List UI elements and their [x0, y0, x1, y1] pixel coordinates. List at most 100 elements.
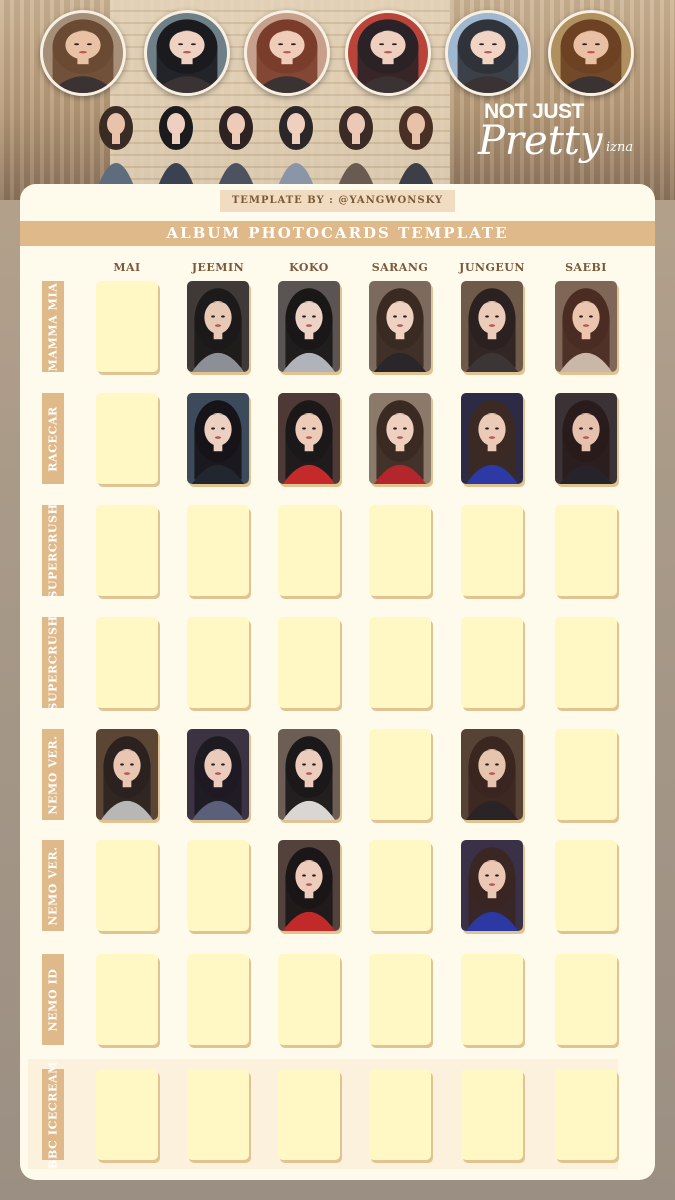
photocard-slot-empty[interactable]	[369, 1069, 431, 1160]
photocard-image-icon	[278, 729, 340, 820]
group-photo-icon	[78, 100, 458, 186]
column-header-member: MAI	[113, 261, 141, 274]
row-label: RACECAR	[42, 393, 64, 484]
photocard-slot-empty[interactable]	[96, 840, 158, 931]
photocard-filled[interactable]	[369, 281, 431, 372]
logo-line-3: izna	[606, 140, 634, 155]
row-label-text: BBC ICECREAM	[46, 1060, 60, 1169]
photocard-image-icon	[187, 729, 249, 820]
photocard-filled[interactable]	[278, 281, 340, 372]
credit-label: TEMPLATE BY : @YANGWONSKY	[220, 190, 455, 212]
template-panel: TEMPLATE BY : @YANGWONSKY ALBUM PHOTOCAR…	[20, 184, 655, 1180]
photocard-filled[interactable]	[461, 393, 523, 484]
member-portrait-icon	[445, 10, 531, 96]
photocard-slot-empty[interactable]	[461, 617, 523, 708]
row-label: NEMO ID	[42, 954, 64, 1045]
photocard-slot-empty[interactable]	[461, 505, 523, 596]
column-header-member: SARANG	[371, 261, 429, 274]
photocard-slot-empty[interactable]	[555, 1069, 617, 1160]
photocard-slot-empty[interactable]	[555, 505, 617, 596]
photocard-slot-empty[interactable]	[278, 954, 340, 1045]
row-label: MAMMA MIA	[42, 281, 64, 372]
row-label-text: NEMO VER.	[46, 734, 60, 815]
photocard-slot-empty[interactable]	[96, 1069, 158, 1160]
photocard-slot-empty[interactable]	[555, 840, 617, 931]
photocard-slot-empty[interactable]	[96, 617, 158, 708]
photocard-slot-empty[interactable]	[96, 393, 158, 484]
row-label: SUPERCRUSH	[42, 614, 64, 711]
photocard-slot-empty[interactable]	[555, 954, 617, 1045]
photocard-filled[interactable]	[278, 393, 340, 484]
photocard-slot-empty[interactable]	[187, 1069, 249, 1160]
photocard-filled[interactable]	[555, 281, 617, 372]
photocard-slot-empty[interactable]	[555, 729, 617, 820]
photocard-filled[interactable]	[96, 729, 158, 820]
photocard-filled[interactable]	[461, 729, 523, 820]
column-header-member: JEEMIN	[191, 261, 245, 274]
member-portrait-icon	[345, 10, 431, 96]
photocard-image-icon	[278, 281, 340, 372]
photocard-filled[interactable]	[278, 729, 340, 820]
photocard-filled[interactable]	[187, 281, 249, 372]
photocard-slot-empty[interactable]	[461, 954, 523, 1045]
photocard-image-icon	[187, 393, 249, 484]
photocard-slot-empty[interactable]	[96, 954, 158, 1045]
member-avatar-row	[40, 10, 640, 100]
photocard-filled[interactable]	[461, 281, 523, 372]
photocard-image-icon	[187, 281, 249, 372]
photocard-filled[interactable]	[278, 840, 340, 931]
photocard-slot-empty[interactable]	[369, 505, 431, 596]
photocard-image-icon	[96, 729, 158, 820]
photocard-slot-empty[interactable]	[278, 1069, 340, 1160]
photocard-slot-empty[interactable]	[555, 617, 617, 708]
photocard-filled[interactable]	[369, 393, 431, 484]
photocard-slot-empty[interactable]	[369, 954, 431, 1045]
photocard-slot-empty[interactable]	[369, 617, 431, 708]
row-label: NEMO VER.	[42, 729, 64, 820]
photocard-slot-empty[interactable]	[461, 1069, 523, 1160]
photocard-filled[interactable]	[461, 840, 523, 931]
row-label-text: SUPERCRUSH	[46, 614, 60, 711]
photocard-image-icon	[369, 393, 431, 484]
photocard-image-icon	[461, 840, 523, 931]
photocard-slot-empty[interactable]	[187, 954, 249, 1045]
row-label-text: NEMO VER.	[46, 845, 60, 926]
photocard-image-icon	[555, 281, 617, 372]
page-title: ALBUM PHOTOCARDS TEMPLATE	[20, 221, 655, 246]
row-label-text: RACECAR	[46, 405, 60, 472]
row-label-text: NEMO ID	[46, 968, 60, 1031]
row-label: SUPERCRUSH	[42, 502, 64, 599]
photocard-image-icon	[461, 281, 523, 372]
photocard-slot-empty[interactable]	[187, 505, 249, 596]
column-header-member: SAEBI	[565, 261, 607, 274]
photocard-slot-empty[interactable]	[278, 505, 340, 596]
member-portrait-icon	[548, 10, 634, 96]
photocard-slot-empty[interactable]	[369, 729, 431, 820]
column-header-member: KOKO	[289, 261, 329, 274]
photocard-image-icon	[369, 281, 431, 372]
photocard-slot-empty[interactable]	[187, 840, 249, 931]
row-label: BBC ICECREAM	[42, 1061, 64, 1168]
photocard-image-icon	[278, 840, 340, 931]
photocard-slot-empty[interactable]	[96, 505, 158, 596]
header-banner: NOT JUST Pretty izna	[0, 0, 675, 200]
photocard-slot-empty[interactable]	[369, 840, 431, 931]
album-logo: NOT JUST Pretty izna	[470, 98, 650, 178]
photocard-image-icon	[555, 393, 617, 484]
member-portrait-icon	[144, 10, 230, 96]
photocard-filled[interactable]	[187, 729, 249, 820]
photocard-image-icon	[461, 393, 523, 484]
photocard-slot-empty[interactable]	[278, 617, 340, 708]
logo-line-2: Pretty	[478, 118, 603, 164]
photocard-filled[interactable]	[187, 393, 249, 484]
photocard-slot-empty[interactable]	[96, 281, 158, 372]
row-label: NEMO VER.	[42, 840, 64, 931]
column-header-member: JUNGEUN	[459, 261, 525, 274]
row-label-text: SUPERCRUSH	[46, 502, 60, 599]
photocard-image-icon	[278, 393, 340, 484]
row-label-text: MAMMA MIA	[46, 282, 60, 371]
photocard-filled[interactable]	[555, 393, 617, 484]
member-portrait-icon	[40, 10, 126, 96]
photocard-slot-empty[interactable]	[187, 617, 249, 708]
photocard-image-icon	[461, 729, 523, 820]
